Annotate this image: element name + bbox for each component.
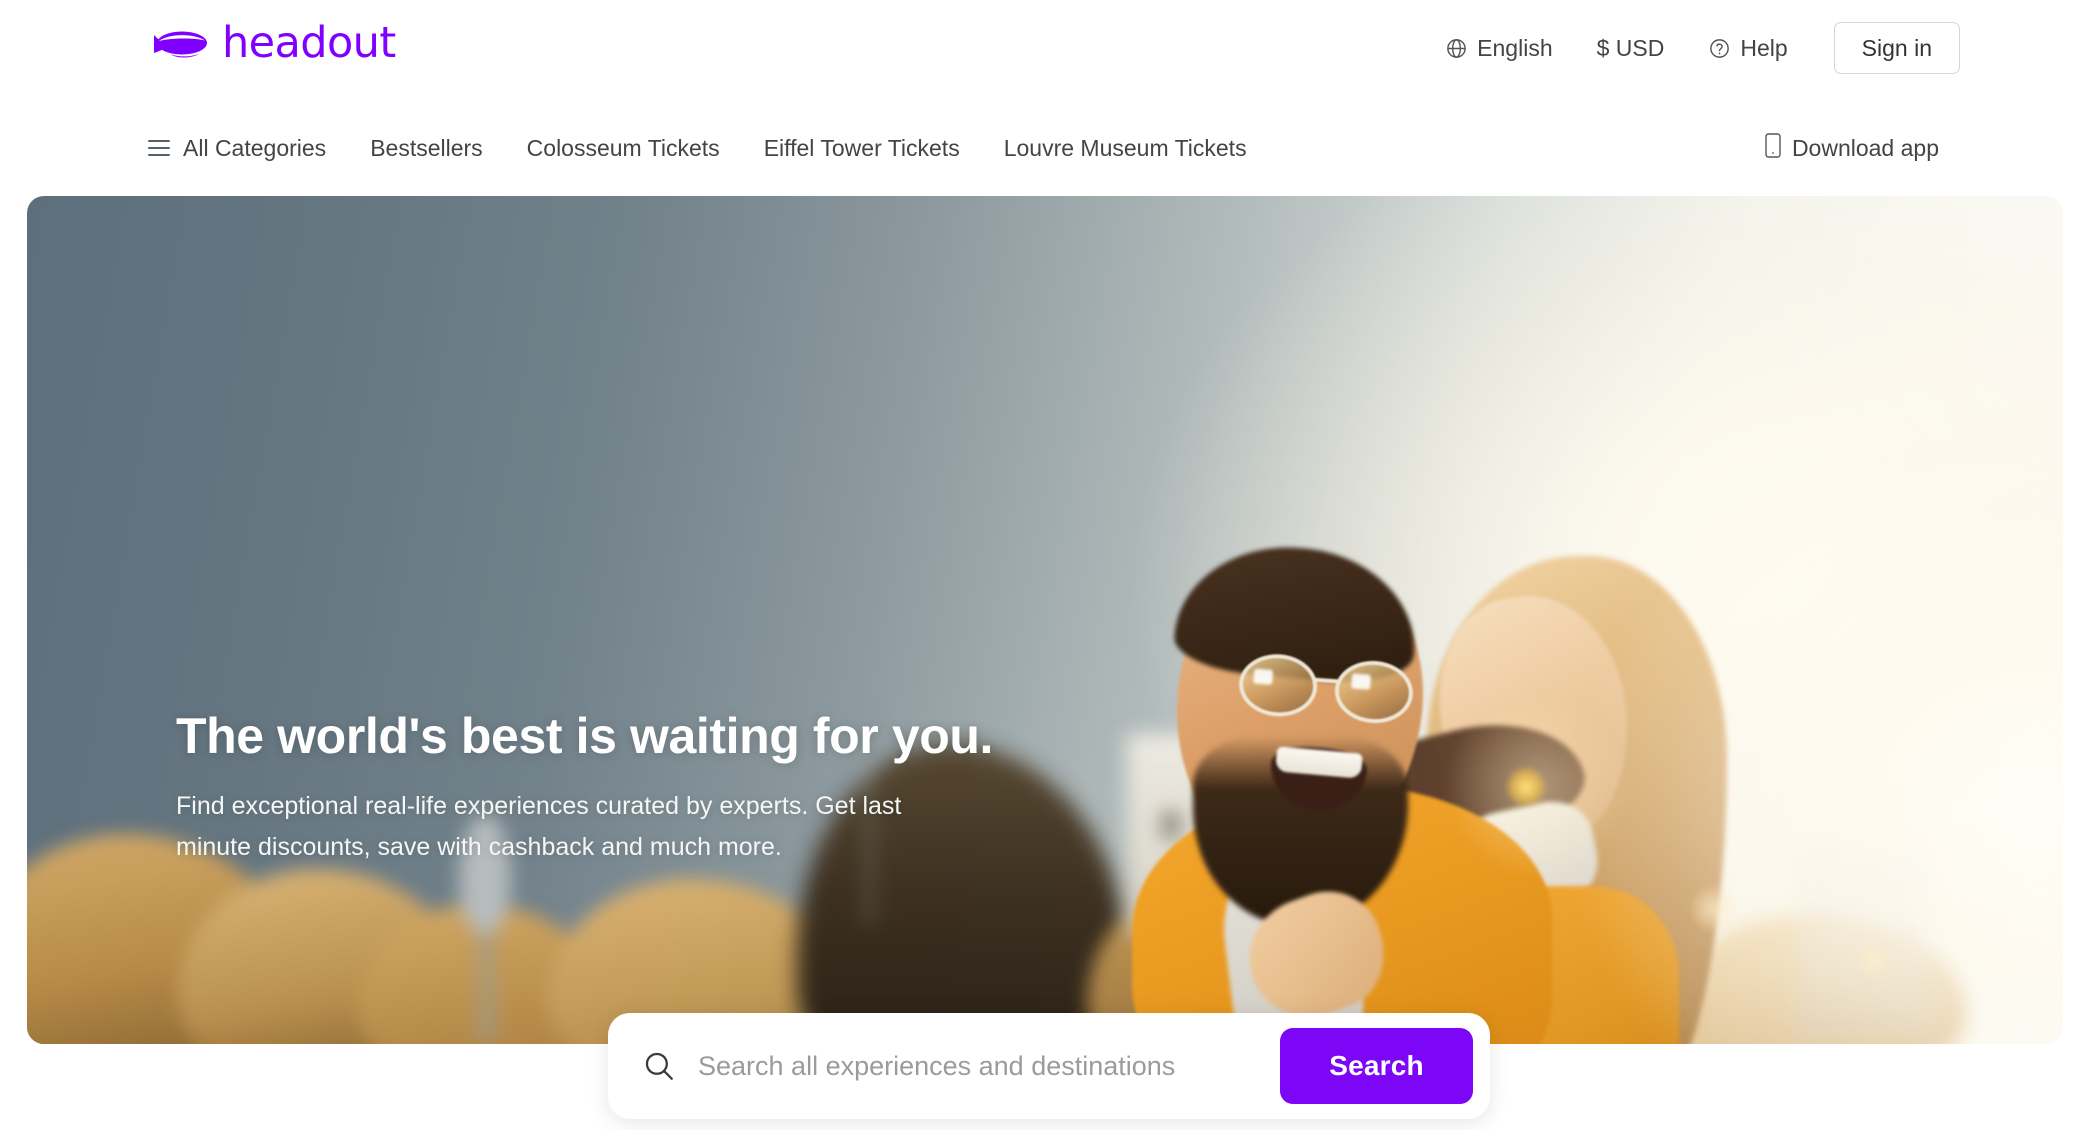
blimp-icon: [154, 31, 207, 58]
download-app-label: Download app: [1791, 134, 1939, 161]
nav-label-all-categories: All Categories: [183, 134, 327, 161]
help-label: Help: [1740, 34, 1788, 61]
couple-subject: [27, 196, 2063, 1044]
nav-item-bestsellers[interactable]: Bestsellers: [348, 127, 504, 169]
currency-selector[interactable]: $ USD: [1575, 26, 1687, 70]
download-app-link[interactable]: Download app: [1765, 127, 1939, 169]
hero-background-photo: [27, 196, 2063, 1044]
nav-label-colosseum-tickets: Colosseum Tickets: [526, 134, 720, 161]
search-bar: Search: [608, 1013, 1490, 1119]
nav-links: All Categories Bestsellers Colosseum Tic…: [148, 127, 1269, 169]
brand-logo[interactable]: headout: [148, 22, 396, 65]
hamburger-icon: [148, 140, 170, 156]
page-root: headout English $ USD Help Sign in All C…: [0, 0, 2079, 1130]
nav-item-colosseum-tickets[interactable]: Colosseum Tickets: [505, 127, 742, 169]
hero-subtitle: Find exceptional real-life experiences c…: [176, 792, 902, 861]
hero-title: The world's best is waiting for you.: [176, 708, 994, 764]
nav-label-eiffel-tower-tickets: Eiffel Tower Tickets: [763, 134, 960, 161]
language-label: English: [1477, 34, 1553, 61]
search-input[interactable]: [698, 1036, 1280, 1096]
search-icon: [642, 1049, 676, 1083]
globe-icon: [1445, 37, 1468, 60]
brand-name: headout: [222, 18, 396, 68]
category-navbar: All Categories Bestsellers Colosseum Tic…: [0, 105, 2079, 193]
currency-label: $ USD: [1596, 34, 1665, 61]
hero-banner: The world's best is waiting for you. Fin…: [27, 196, 2063, 1044]
language-selector[interactable]: English: [1423, 26, 1574, 70]
help-link[interactable]: Help: [1686, 26, 1809, 70]
nav-label-louvre-museum-tickets: Louvre Museum Tickets: [1003, 134, 1247, 161]
header-actions: English $ USD Help Sign in: [1423, 22, 1960, 74]
hero-copy: The world's best is waiting for you. Fin…: [176, 708, 1076, 867]
sign-in-button[interactable]: Sign in: [1833, 22, 1960, 74]
question-circle-icon: [1708, 37, 1731, 60]
top-header: headout English $ USD Help Sign in: [0, 0, 2079, 105]
nav-label-bestsellers: Bestsellers: [370, 134, 483, 161]
nav-item-eiffel-tower-tickets[interactable]: Eiffel Tower Tickets: [742, 127, 982, 169]
nav-item-all-categories[interactable]: All Categories: [148, 127, 348, 169]
nav-item-louvre-museum-tickets[interactable]: Louvre Museum Tickets: [982, 127, 1269, 169]
search-button[interactable]: Search: [1280, 1028, 1473, 1104]
mobile-phone-icon: [1765, 132, 1781, 164]
